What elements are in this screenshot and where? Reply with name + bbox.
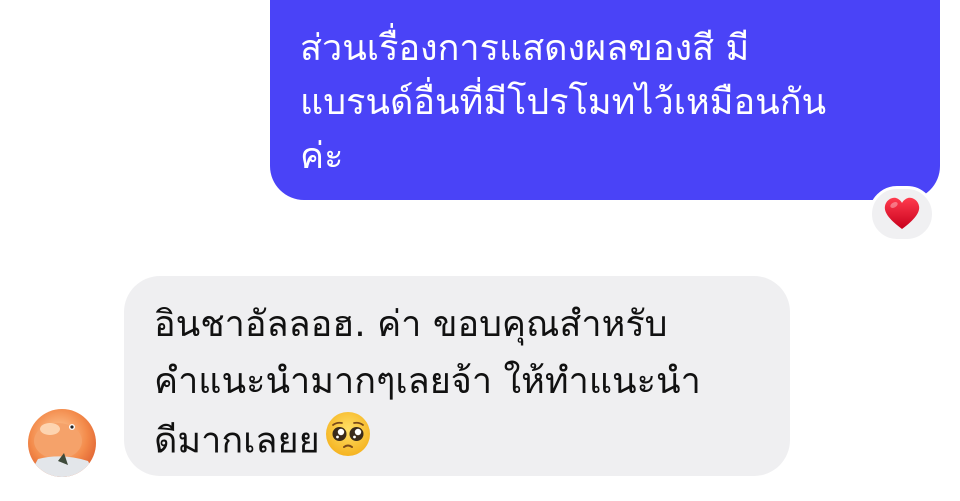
- message-reaction[interactable]: [869, 186, 935, 242]
- incoming-message-bubble[interactable]: อินชาอัลลอฮ. ค่า ขอบคุณสำหรับ คำแนะนำมาก…: [124, 276, 790, 476]
- message-line: คำแนะนำมากๆเลยจ้า ให้ทำแนะนำ: [154, 361, 701, 402]
- red-heart-icon: [884, 197, 920, 229]
- message-line: แบรนด์อื่นที่มีโปรโมทไว้เหมือนกัน: [300, 82, 827, 123]
- pleading-face-icon: [324, 410, 372, 475]
- message-line: อินชาอัลลอฮ. ค่า ขอบคุณสำหรับ: [154, 304, 668, 345]
- message-text: ดีมากเลยย: [154, 420, 320, 462]
- outgoing-message-bubble[interactable]: ส่วนเรื่องการแสดงผลของสี มี แบรนด์อื่นที…: [270, 0, 940, 200]
- avatar-image: [28, 409, 96, 477]
- avatar[interactable]: [28, 409, 96, 477]
- message-line-with-emoji: ดีมากเลยย: [154, 410, 760, 475]
- message-line: ค่ะ: [300, 136, 344, 177]
- message-line: ส่วนเรื่องการแสดงผลของสี มี: [300, 28, 750, 69]
- chat-thread: ส่วนเรื่องการแสดงผลของสี มี แบรนด์อื่นที…: [0, 0, 960, 501]
